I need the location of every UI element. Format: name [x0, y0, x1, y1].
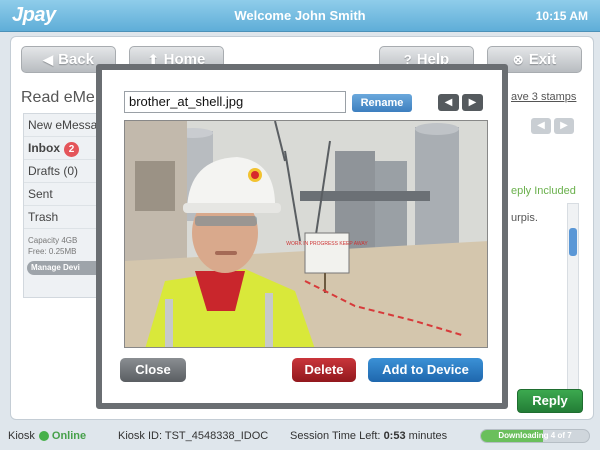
- reply-button[interactable]: Reply: [517, 389, 583, 413]
- exit-label: Exit: [528, 51, 557, 68]
- message-nav-arrows: ◀ ▶: [531, 115, 577, 134]
- online-status-text: Online: [51, 430, 87, 442]
- close-button[interactable]: Close: [120, 358, 186, 382]
- delete-button[interactable]: Delete: [292, 358, 356, 382]
- status-footer: Kiosk Online Kiosk ID: TST_4548338_IDOC S…: [0, 424, 600, 450]
- filename-field[interactable]: brother_at_shell.jpg: [124, 91, 346, 113]
- download-progress-text: Downloading 4 of 7: [498, 431, 572, 440]
- stamps-link[interactable]: ave 3 stamps: [511, 91, 576, 103]
- session-time-value: 0:53: [383, 430, 406, 442]
- rename-button[interactable]: Rename: [352, 94, 412, 112]
- download-progress-bar: Downloading 4 of 7: [480, 429, 590, 443]
- exit-icon: ⊗: [512, 52, 524, 67]
- back-label: Back: [58, 51, 94, 68]
- back-arrow-icon: ◀: [43, 52, 54, 67]
- sidebar-item-label: New eMessa: [28, 118, 98, 132]
- kiosk-status: Kiosk Online: [8, 430, 86, 442]
- welcome-text: Welcome John Smith: [234, 8, 366, 23]
- session-time: Session Time Left: 0:53 minutes: [290, 430, 447, 442]
- inbox-count-badge: 2: [64, 142, 79, 157]
- photo-preview: WORK IN PROGRESS KEEP AWAY: [124, 120, 488, 348]
- photo-viewer-dialog: brother_at_shell.jpg Rename ◀ ▶ WORK IN: [96, 64, 508, 409]
- clock: 10:15 AM: [535, 9, 588, 23]
- session-time-unit: minutes: [408, 430, 448, 442]
- next-message-icon[interactable]: ▶: [554, 118, 574, 134]
- reply-included-label: eply Included: [511, 185, 576, 197]
- page-title: Read eMe: [21, 89, 95, 106]
- kiosk-label: Kiosk: [8, 430, 35, 442]
- prev-message-icon[interactable]: ◀: [531, 118, 551, 134]
- message-body-snippet: urpis.: [511, 212, 538, 224]
- sidebar-item-label: Inbox: [28, 141, 60, 155]
- next-photo-icon[interactable]: ▶: [462, 94, 483, 111]
- session-label: Session Time Left:: [290, 430, 381, 442]
- sidebar-item-label: Drafts (0): [28, 164, 79, 178]
- scroll-thumb[interactable]: [569, 228, 577, 256]
- sign-text: WORK IN PROGRESS KEEP AWAY: [286, 241, 368, 247]
- kiosk-id: Kiosk ID: TST_4548338_IDOC: [118, 430, 269, 442]
- add-to-device-button[interactable]: Add to Device: [368, 358, 483, 382]
- sidebar-item-label: Sent: [28, 187, 53, 201]
- message-scrollbar[interactable]: [567, 203, 579, 408]
- sidebar-item-label: Trash: [28, 210, 59, 224]
- top-header: Jpay Welcome John Smith 10:15 AM: [0, 0, 600, 32]
- photo-image: WORK IN PROGRESS KEEP AWAY: [125, 121, 487, 347]
- online-status-icon: [38, 431, 49, 442]
- prev-photo-icon[interactable]: ◀: [438, 94, 459, 111]
